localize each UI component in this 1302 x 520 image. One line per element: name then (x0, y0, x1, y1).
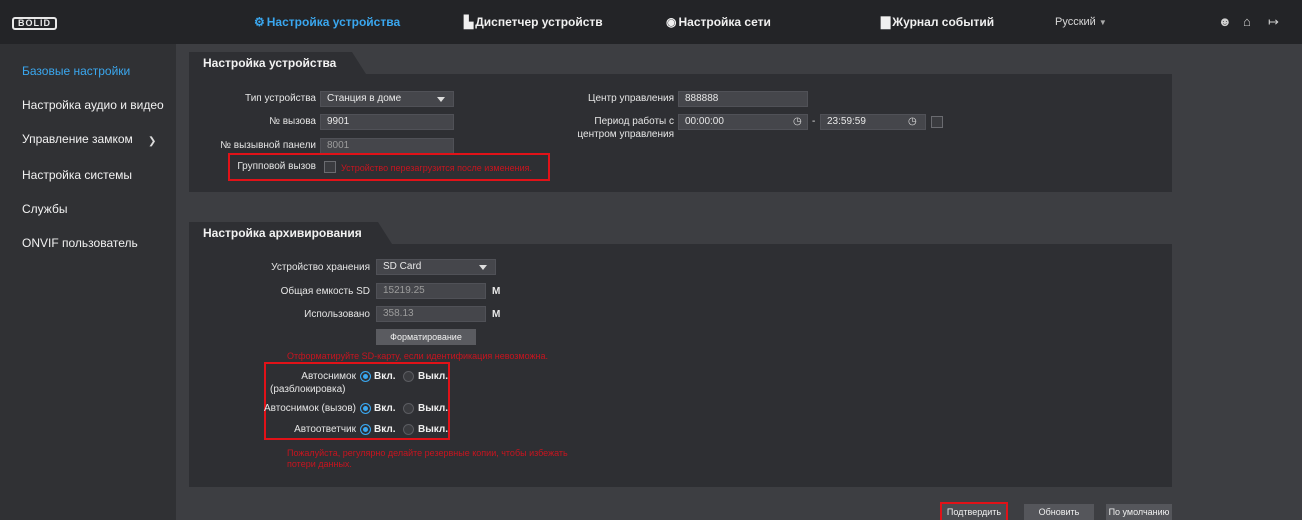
logout-icon[interactable]: ↦ (1268, 0, 1279, 44)
control-center-label: Центр управления (588, 93, 674, 104)
on-label: Вкл. (374, 424, 396, 435)
auto-snapshot-call-on-radio[interactable] (360, 403, 371, 414)
format-note: Отформатируйте SD-карту, если идентифика… (287, 351, 549, 361)
nav-network-settings[interactable]: ◉ Настройка сети (666, 0, 771, 44)
backup-note-line2: потери данных. (287, 459, 352, 469)
nav-label: Настройка устройства (266, 15, 401, 29)
nav-device-settings[interactable]: ⚙ Настройка устройства (254, 0, 400, 44)
language-select[interactable]: Русский ▼ (1055, 0, 1107, 45)
auto-snapshot-unlock-off-radio[interactable] (403, 371, 414, 382)
globe-icon: ◉ (666, 15, 677, 29)
sidebar-item-lock-control[interactable]: Управление замком (22, 132, 133, 146)
auto-snapshot-unlock-label: Автоснимок (301, 371, 356, 382)
panel-number-label: № вызывной панели (220, 140, 316, 151)
sidebar-item-onvif-user[interactable]: ONVIF пользователь (22, 236, 138, 250)
on-label: Вкл. (374, 371, 396, 382)
device-type-select[interactable]: Станция в доме (320, 91, 454, 107)
used-unit: M (492, 309, 501, 320)
auto-snapshot-unlock-label-line2: (разблокировка) (270, 384, 346, 395)
work-period-label-line2: центром управления (577, 129, 674, 140)
auto-snapshot-unlock-on-radio[interactable] (360, 371, 371, 382)
sidebar (0, 44, 176, 520)
format-button[interactable]: Форматирование (376, 329, 476, 345)
log-icon: ▇ (881, 15, 891, 29)
sd-capacity-label: Общая емкость SD (280, 286, 370, 297)
off-label: Выкл. (418, 403, 449, 414)
group-call-note: Устройство перезагрузится после изменени… (341, 163, 532, 173)
refresh-button[interactable]: Обновить (1024, 504, 1094, 520)
auto-snapshot-call-label: Автоснимок (вызов) (264, 403, 356, 414)
language-label: Русский (1055, 16, 1096, 28)
device-type-label: Тип устройства (245, 93, 316, 104)
group-call-checkbox[interactable] (324, 161, 336, 173)
used-field: 358.13 (376, 306, 486, 322)
confirm-button[interactable]: Подтвердить (942, 504, 1006, 520)
nav-device-manager[interactable]: ▙ Диспетчер устройств (464, 0, 603, 44)
used-label: Использовано (304, 309, 370, 320)
archive-settings-tab: Настройка архивирования (189, 222, 392, 244)
nav-label: Журнал событий (892, 15, 995, 29)
nav-label: Настройка сети (678, 15, 771, 29)
storage-device-select[interactable]: SD Card (376, 259, 496, 275)
gear-icon: ⚙ (254, 15, 265, 29)
group-call-label: Групповой вызов (237, 161, 316, 172)
brand-logo: BOLID (12, 17, 57, 30)
on-label: Вкл. (374, 403, 396, 414)
sidebar-item-basic-settings[interactable]: Базовые настройки (22, 64, 130, 78)
nav-event-log[interactable]: ▇ Журнал событий (881, 0, 994, 44)
sidebar-item-audio-video[interactable]: Настройка аудио и видео (22, 98, 164, 112)
clock-icon[interactable]: ◷ (908, 116, 917, 127)
sidebar-item-services[interactable]: Службы (22, 202, 67, 216)
period-enable-checkbox[interactable] (931, 116, 943, 128)
period-start-field[interactable]: 00:00:00 (678, 114, 808, 130)
control-center-field[interactable]: 888888 (678, 91, 808, 107)
sd-capacity-field: 15219.25 (376, 283, 486, 299)
call-number-field[interactable]: 9901 (320, 114, 454, 130)
clock-icon[interactable]: ◷ (793, 116, 802, 127)
auto-snapshot-call-off-radio[interactable] (403, 403, 414, 414)
auto-answer-label: Автоответчик (294, 424, 356, 435)
top-bar: BOLID ⚙ Настройка устройства ▙ Диспетчер у… (0, 0, 1302, 44)
device-settings-tab: Настройка устройства (189, 52, 367, 74)
storage-device-label: Устройство хранения (271, 262, 370, 273)
work-period-label-line1: Период работы с (594, 116, 674, 127)
user-icon[interactable]: ☻ (1218, 0, 1232, 44)
nav-label: Диспетчер устройств (475, 15, 603, 29)
auto-answer-on-radio[interactable] (360, 424, 371, 435)
sd-capacity-unit: M (492, 286, 501, 297)
backup-note-line1: Пожалуйста, регулярно делайте резервные … (287, 448, 568, 458)
default-button[interactable]: По умолчанию (1106, 504, 1172, 520)
device-list-icon: ▙ (464, 15, 474, 29)
home-icon[interactable]: ⌂ (1243, 0, 1251, 44)
off-label: Выкл. (418, 424, 449, 435)
panel-number-field[interactable]: 8001 (320, 138, 454, 154)
sidebar-item-system-settings[interactable]: Настройка системы (22, 168, 132, 182)
call-number-label: № вызова (269, 116, 316, 127)
auto-answer-off-radio[interactable] (403, 424, 414, 435)
chevron-down-icon: ▼ (1098, 18, 1107, 27)
chevron-down-icon[interactable]: ❯ (148, 136, 156, 147)
period-separator: - (812, 116, 816, 127)
off-label: Выкл. (418, 371, 449, 382)
